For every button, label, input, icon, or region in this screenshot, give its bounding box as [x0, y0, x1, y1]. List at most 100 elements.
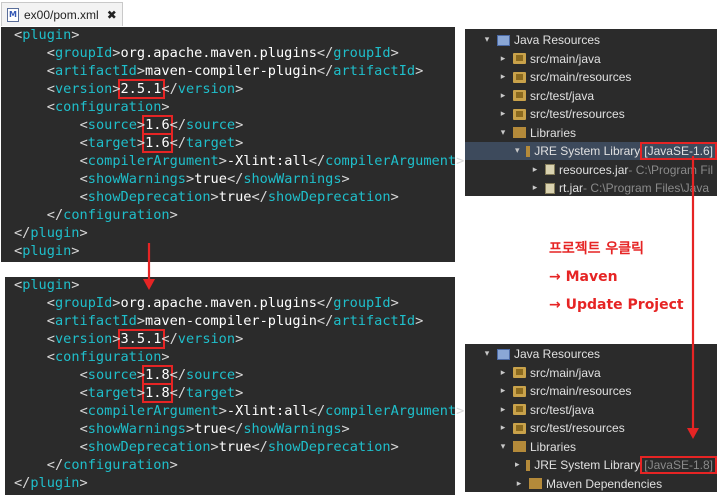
xml-bracket: </	[308, 403, 326, 419]
expand-toggle-icon[interactable]: ▸	[499, 423, 507, 433]
xml-bracket: <	[79, 403, 88, 419]
xml-tag: configuration	[54, 349, 162, 365]
tree-item-label: rt.jar	[559, 181, 583, 195]
expand-toggle-icon[interactable]: ▾	[499, 442, 507, 452]
tree-item[interactable]: ▸ src/test/resources	[465, 105, 717, 123]
xml-tag: version	[177, 81, 236, 97]
expand-toggle-icon[interactable]: ▸	[499, 54, 507, 64]
pom-code-after[interactable]: <plugin> <groupId>org.apache.maven.plugin…	[5, 277, 464, 495]
code-line: <target>1.6</target>	[80, 134, 244, 152]
xml-bracket: </	[316, 45, 334, 61]
xml-bracket: >	[71, 243, 80, 259]
tree-item[interactable]: ▾ JRE System Library [JavaSE-1.6]	[465, 142, 717, 160]
expand-toggle-icon[interactable]: ▾	[499, 128, 507, 138]
xml-bracket: <	[46, 349, 55, 365]
xml-tag: showWarnings	[243, 171, 342, 187]
xml-tag: groupId	[54, 45, 113, 61]
tree-item[interactable]: ▾ Java Resources	[465, 345, 717, 363]
tree-item-label: src/main/resources	[530, 384, 632, 398]
code-line: <artifactId>maven-compiler-plugin</artif…	[47, 312, 424, 330]
xml-bracket: >	[415, 313, 424, 329]
project-explorer-before[interactable]: ▾ Java Resources ▸ src/main/java ▸ src/main/r…	[465, 29, 717, 196]
close-icon[interactable]: ✖	[107, 8, 117, 22]
package-folder-icon	[513, 404, 526, 415]
tab-title: ex00/pom.xml	[24, 7, 99, 22]
expand-toggle-icon[interactable]: ▸	[531, 183, 539, 193]
xml-bracket: <	[14, 277, 23, 293]
xml-bracket: >	[210, 439, 219, 455]
tree-item[interactable]: ▸ JRE System Library [JavaSE-1.8]	[465, 456, 717, 474]
xml-bracket: >	[161, 99, 170, 115]
xml-value: true	[194, 171, 227, 187]
expand-toggle-icon[interactable]: ▸	[499, 405, 507, 415]
expand-toggle-icon[interactable]: ▾	[515, 146, 520, 156]
tree-item[interactable]: ▸ src/main/resources	[465, 68, 717, 86]
expand-toggle-icon[interactable]: ▸	[499, 91, 507, 101]
project-explorer-after[interactable]: ▾ Java Resources ▸ src/main/java ▸ src/main/r…	[465, 344, 717, 492]
xml-bracket: <	[79, 439, 88, 455]
tree-item[interactable]: ▸ Maven Dependencies	[465, 475, 717, 493]
xml-bracket: >	[71, 277, 80, 293]
tree-item[interactable]: ▸ src/main/java	[465, 364, 717, 382]
xml-bracket: <	[79, 421, 88, 437]
expand-toggle-icon[interactable]: ▸	[499, 368, 507, 378]
expand-toggle-icon[interactable]: ▸	[499, 386, 507, 396]
xml-tag: groupId	[333, 45, 391, 61]
xml-value: true	[218, 189, 252, 205]
xml-value: -Xlint:all	[226, 403, 309, 419]
xml-tag: target	[186, 385, 236, 401]
tree-item-label: Libraries	[530, 439, 577, 454]
tree-item-label: JRE System Library	[534, 458, 641, 472]
xml-bracket: </	[161, 81, 178, 97]
package-folder-icon	[513, 108, 526, 120]
xml-tag: target	[87, 385, 137, 401]
pom-code-before[interactable]: <plugin> <groupId>org.apache.maven.plugin…	[1, 27, 464, 262]
code-line: </configuration>	[47, 456, 178, 474]
xml-bracket: >	[341, 171, 350, 187]
tree-item[interactable]: ▸ rt.jar - C:\Program Files\Java	[465, 179, 717, 196]
xml-bracket: >	[136, 135, 146, 151]
tree-item[interactable]: ▸ resources.jar - C:\Program Fil	[465, 161, 717, 179]
tree-item[interactable]: ▸ src/test/java	[465, 87, 717, 105]
tree-item[interactable]: ▸ src/main/java	[465, 50, 717, 68]
xml-bracket: </	[316, 295, 334, 311]
xml-tag: showDeprecation	[267, 439, 391, 455]
tree-item-label: src/test/java	[530, 88, 595, 103]
tree-item[interactable]: ▸ src/test/java	[465, 401, 717, 419]
jre-version-label: [JavaSE-1.6]	[640, 142, 717, 160]
xml-bracket: </	[161, 331, 178, 347]
tree-item-label: Java Resources	[514, 33, 601, 47]
code-line: </plugin>	[14, 474, 88, 492]
xml-bracket: >	[456, 153, 465, 169]
xml-bracket: <	[46, 63, 55, 79]
expand-toggle-icon[interactable]: ▸	[515, 479, 523, 489]
tree-item[interactable]: ▸ src/main/resources	[465, 382, 717, 400]
xml-bracket: <	[46, 99, 55, 115]
tree-item[interactable]: ▾ Libraries	[465, 124, 717, 142]
expand-toggle-icon[interactable]: ▾	[483, 349, 491, 359]
tree-item[interactable]: ▾ Libraries	[465, 438, 717, 456]
xml-tag: compilerArgument	[325, 153, 457, 169]
xml-tag: target	[87, 135, 137, 151]
xml-tag: source	[87, 367, 137, 383]
tree-item[interactable]: ▾ Java Resources	[465, 31, 717, 49]
xml-bracket: >	[218, 403, 227, 419]
project-icon	[497, 34, 510, 46]
xml-tag: artifactId	[333, 63, 416, 79]
xml-bracket: <	[46, 331, 55, 347]
xml-tag: compilerArgument	[325, 403, 457, 419]
code-line: <showDeprecation>true</showDeprecation>	[80, 438, 399, 456]
xml-bracket: >	[136, 117, 146, 133]
tab-pom-xml[interactable]: M ex00/pom.xml ✖	[1, 2, 123, 26]
expand-toggle-icon[interactable]: ▸	[499, 109, 507, 119]
xml-bracket: </	[226, 171, 244, 187]
expand-toggle-icon[interactable]: ▾	[483, 35, 491, 45]
expand-toggle-icon[interactable]: ▸	[531, 165, 539, 175]
code-line: <version>3.5.1</version>	[47, 330, 243, 348]
tree-item[interactable]: ▸ src/test/resources	[465, 419, 717, 437]
instruction-annotation: 프로젝트 우클릭 → Maven → Update Project	[549, 235, 684, 319]
expand-toggle-icon[interactable]: ▸	[499, 72, 507, 82]
xml-value: 2.5.1	[120, 81, 162, 97]
expand-toggle-icon[interactable]: ▸	[515, 460, 520, 470]
xml-bracket: </	[316, 63, 334, 79]
